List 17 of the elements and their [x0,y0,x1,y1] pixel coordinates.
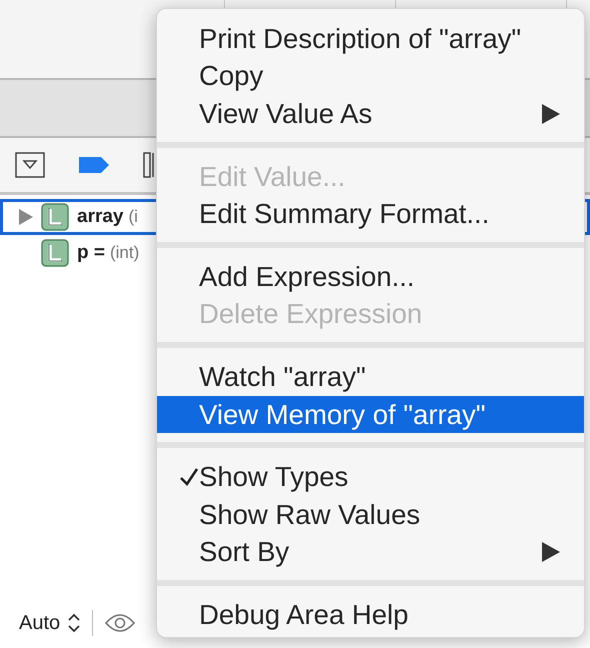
menu-item-label: View Memory of "array" [199,398,486,431]
menu-item-label: Edit Summary Format... [199,198,490,230]
menu-item-label: Print Description of "array" [199,22,522,55]
variable-name: array [77,206,124,228]
menu-item-label: Delete Expression [199,298,424,330]
variable-type: (i [128,207,138,227]
menu-item-label: Show Raw Values [199,498,422,531]
menu-item-label: Show Types [199,461,350,494]
menu-item-label: Watch "array" [199,360,367,393]
menu-item-label: Sort By [199,536,290,568]
menu-item-label: View Value As [199,98,374,130]
variable-type: (int) [110,243,140,263]
menu-item-label: Copy [199,60,264,92]
variable-name: p = [77,242,105,264]
menu-item-label: Add Expression... [199,260,416,293]
menu-item-label: Debug Area Help [199,598,410,631]
menu-item-label: Edit Value... [199,160,346,193]
